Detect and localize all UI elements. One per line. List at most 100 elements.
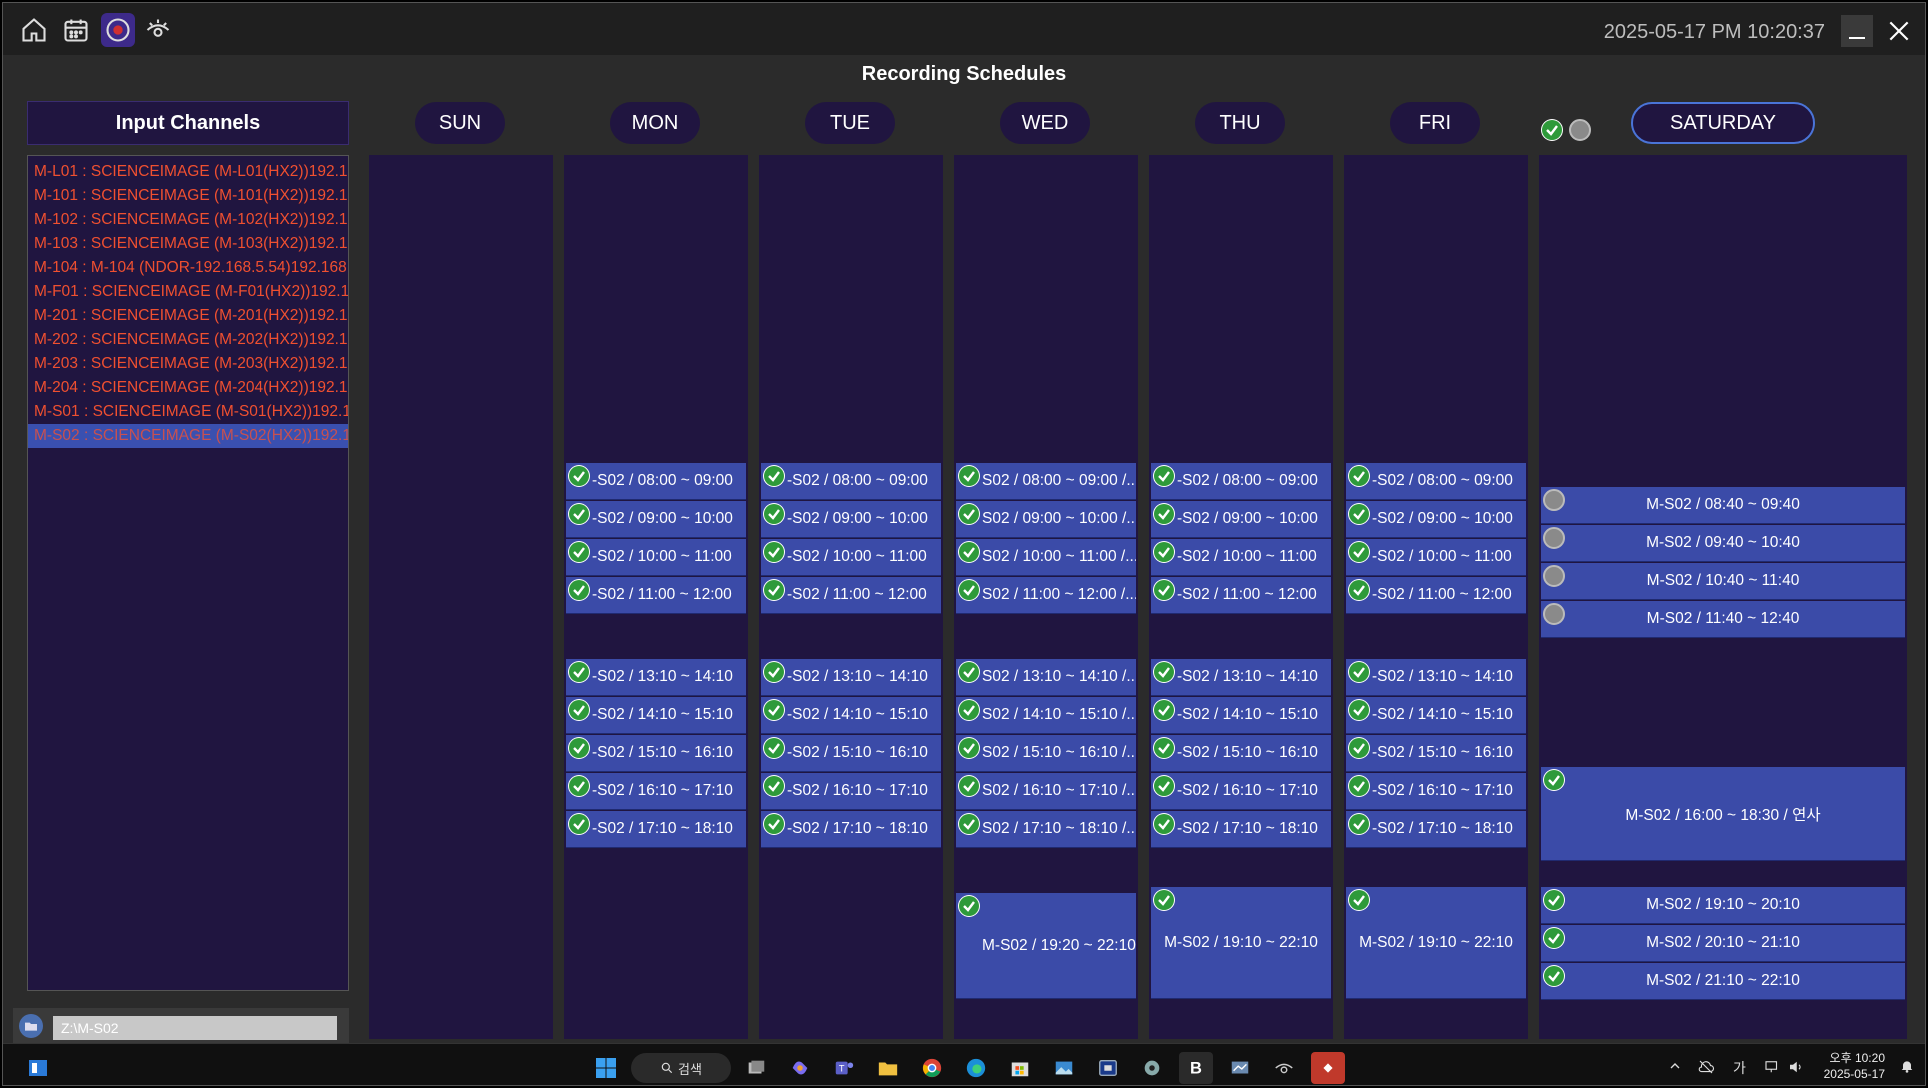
settings-icon[interactable] — [1135, 1052, 1169, 1084]
check-circle-icon[interactable] — [1348, 661, 1370, 683]
task-view-icon[interactable] — [739, 1052, 773, 1084]
check-circle-icon[interactable] — [1543, 769, 1565, 791]
schedule-slot[interactable]: -S02 / 16:10 ~ 17:10 — [566, 773, 746, 810]
check-circle-icon[interactable] — [1153, 465, 1175, 487]
schedule-slot[interactable]: S02 / 15:10 ~ 16:10 /... — [956, 735, 1136, 772]
channel-item[interactable]: M-202 : SCIENCEIMAGE (M-202(HX2))192.16 — [28, 328, 348, 352]
check-circle-icon[interactable] — [1153, 775, 1175, 797]
check-circle-icon[interactable] — [763, 699, 785, 721]
schedule-slot[interactable]: -S02 / 08:00 ~ 09:00 — [1151, 463, 1331, 500]
check-circle-icon[interactable] — [763, 541, 785, 563]
check-circle-icon[interactable] — [958, 541, 980, 563]
check-circle-icon[interactable] — [568, 465, 590, 487]
watch-app-icon[interactable] — [1267, 1052, 1301, 1084]
schedule-slot[interactable]: S02 / 13:10 ~ 14:10 /... — [956, 659, 1136, 696]
check-circle-icon[interactable] — [1153, 699, 1175, 721]
b-app-icon[interactable]: B — [1179, 1052, 1213, 1084]
schedule-slot[interactable]: M-S02 / 09:40 ~ 10:40 — [1541, 525, 1905, 562]
schedule-slot[interactable]: M-S02 / 19:20 ~ 22:10 /... — [956, 893, 1136, 999]
channel-item-selected[interactable]: M-S02 : SCIENCEIMAGE (M-S02(HX2))192.16 — [28, 424, 348, 448]
check-circle-icon[interactable] — [1348, 699, 1370, 721]
schedule-slot[interactable]: M-S02 / 19:10 ~ 22:10 — [1151, 887, 1331, 999]
schedule-slot[interactable]: -S02 / 16:10 ~ 17:10 — [761, 773, 941, 810]
day-tab-tue[interactable]: TUE — [805, 102, 895, 144]
schedule-slot[interactable]: S02 / 14:10 ~ 15:10 /... — [956, 697, 1136, 734]
day-tab-sat[interactable]: SATURDAY — [1631, 102, 1815, 144]
schedule-slot[interactable]: -S02 / 15:10 ~ 16:10 — [761, 735, 941, 772]
check-circle-icon[interactable] — [763, 737, 785, 759]
cloud-off-icon[interactable] — [1697, 1058, 1715, 1079]
schedule-slot[interactable]: S02 / 17:10 ~ 18:10 /... — [956, 811, 1136, 848]
windows-start-icon[interactable] — [589, 1052, 623, 1084]
schedule-slot[interactable]: -S02 / 13:10 ~ 14:10 — [761, 659, 941, 696]
check-circle-icon[interactable] — [958, 699, 980, 721]
chrome-icon[interactable] — [915, 1052, 949, 1084]
check-circle-icon[interactable] — [1348, 775, 1370, 797]
check-circle-icon[interactable] — [1153, 503, 1175, 525]
check-circle-icon[interactable] — [958, 579, 980, 601]
schedule-slot[interactable]: -S02 / 17:10 ~ 18:10 — [1346, 811, 1526, 848]
schedule-slot[interactable]: S02 / 08:00 ~ 09:00 /... — [956, 463, 1136, 500]
check-circle-icon[interactable] — [568, 579, 590, 601]
schedule-slot[interactable]: -S02 / 13:10 ~ 14:10 — [1346, 659, 1526, 696]
check-circle-icon[interactable] — [568, 737, 590, 759]
store-icon[interactable] — [1003, 1052, 1037, 1084]
channel-item[interactable]: M-S01 : SCIENCEIMAGE (M-S01(HX2))192.16 — [28, 400, 348, 424]
check-circle-icon[interactable] — [568, 813, 590, 835]
check-circle-icon[interactable] — [958, 661, 980, 683]
check-circle-icon[interactable] — [568, 699, 590, 721]
schedule-slot[interactable]: -S02 / 15:10 ~ 16:10 — [1151, 735, 1331, 772]
check-circle-icon[interactable] — [763, 503, 785, 525]
schedule-slot[interactable]: S02 / 11:00 ~ 12:00 /... — [956, 577, 1136, 614]
schedule-slot[interactable]: -S02 / 15:10 ~ 16:10 — [566, 735, 746, 772]
day-tab-thu[interactable]: THU — [1195, 102, 1285, 144]
check-circle-icon[interactable] — [958, 465, 980, 487]
schedule-slot[interactable]: -S02 / 09:00 ~ 10:00 — [1346, 501, 1526, 538]
check-circle-icon[interactable] — [1348, 737, 1370, 759]
anydesk-icon[interactable] — [1311, 1052, 1345, 1084]
schedule-slot[interactable]: -S02 / 09:00 ~ 10:00 — [1151, 501, 1331, 538]
channel-item[interactable]: M-101 : SCIENCEIMAGE (M-101(HX2))192.16 — [28, 184, 348, 208]
schedule-slot[interactable]: -S02 / 14:10 ~ 15:10 — [1151, 697, 1331, 734]
check-circle-icon[interactable] — [1348, 465, 1370, 487]
channel-item[interactable]: M-102 : SCIENCEIMAGE (M-102(HX2))192.16 — [28, 208, 348, 232]
check-circle-icon[interactable] — [958, 737, 980, 759]
record-icon[interactable] — [101, 13, 135, 47]
close-button[interactable] — [1883, 15, 1915, 47]
photos-icon[interactable] — [1047, 1052, 1081, 1084]
folder-icon[interactable] — [19, 1014, 43, 1038]
check-circle-icon[interactable] — [1348, 889, 1370, 911]
pending-circle-icon[interactable] — [1543, 565, 1565, 587]
check-circle-icon[interactable] — [1153, 579, 1175, 601]
schedule-slot[interactable]: -S02 / 11:00 ~ 12:00 — [1151, 577, 1331, 614]
check-circle-icon[interactable] — [568, 661, 590, 683]
schedule-slot[interactable]: -S02 / 11:00 ~ 12:00 — [1346, 577, 1526, 614]
schedule-slot[interactable]: M-S02 / 08:40 ~ 09:40 — [1541, 487, 1905, 524]
check-circle-icon[interactable] — [763, 775, 785, 797]
schedule-slot[interactable]: -S02 / 10:00 ~ 11:00 — [1346, 539, 1526, 576]
check-circle-icon[interactable] — [763, 813, 785, 835]
check-circle-icon[interactable] — [1153, 813, 1175, 835]
schedule-slot[interactable]: -S02 / 14:10 ~ 15:10 — [1346, 697, 1526, 734]
check-circle-icon[interactable] — [568, 541, 590, 563]
home-icon[interactable] — [17, 13, 51, 47]
schedule-slot[interactable]: -S02 / 08:00 ~ 09:00 — [1346, 463, 1526, 500]
day-tab-fri[interactable]: FRI — [1390, 102, 1480, 144]
check-circle-icon[interactable] — [763, 661, 785, 683]
minimize-button[interactable] — [1841, 15, 1873, 47]
check-circle-icon[interactable] — [1348, 503, 1370, 525]
check-circle-icon[interactable] — [763, 579, 785, 601]
check-circle-icon[interactable] — [1543, 889, 1565, 911]
file-explorer-icon[interactable] — [871, 1052, 905, 1084]
pending-circle-icon[interactable] — [1543, 527, 1565, 549]
teams-icon[interactable]: T — [827, 1052, 861, 1084]
schedule-slot[interactable]: -S02 / 13:10 ~ 14:10 — [566, 659, 746, 696]
schedule-slot[interactable]: -S02 / 10:00 ~ 11:00 — [761, 539, 941, 576]
schedule-slot[interactable]: -S02 / 10:00 ~ 11:00 — [566, 539, 746, 576]
channel-item[interactable]: M-103 : SCIENCEIMAGE (M-103(HX2))192.16 — [28, 232, 348, 256]
check-circle-icon[interactable] — [1153, 541, 1175, 563]
schedule-slot[interactable]: -S02 / 16:10 ~ 17:10 — [1346, 773, 1526, 810]
day-tab-sun[interactable]: SUN — [415, 102, 505, 144]
check-circle-icon[interactable] — [1153, 661, 1175, 683]
check-circle-icon[interactable] — [1348, 813, 1370, 835]
